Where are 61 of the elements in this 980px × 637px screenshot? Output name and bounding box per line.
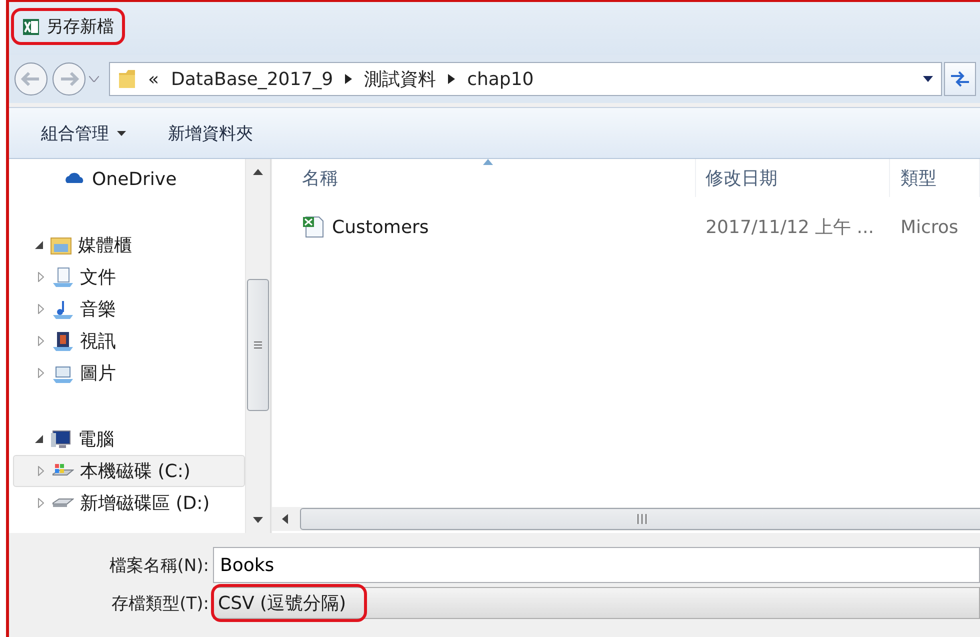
breadcrumb[interactable]: chap10 [467, 68, 534, 90]
field-label: 存檔類型(T): [110, 592, 209, 614]
caret-icon [117, 130, 126, 136]
column-header[interactable]: 修改日期 [696, 159, 890, 197]
collapsed-triangle-icon [38, 336, 44, 346]
collapsed-triangle-icon [38, 272, 44, 282]
sidebar-item[interactable]: 圖片 [13, 357, 245, 389]
scrollbar[interactable] [245, 159, 271, 533]
field-label: 檔案名稱(N): [108, 554, 209, 576]
toolbar-button[interactable]: 新增資料夾 [154, 116, 267, 150]
sidebar-item[interactable]: 本機磁碟 (C:) [13, 455, 245, 487]
sidebar-item[interactable]: 媒體櫃 [13, 229, 245, 261]
music-note-icon [52, 299, 74, 319]
file-name[interactable]: Customers [332, 216, 429, 238]
toolbar-button[interactable]: 組合管理 [27, 116, 140, 150]
collapsed-triangle-icon [38, 498, 44, 508]
breadcrumb[interactable]: 測試資料 [364, 67, 436, 91]
caret-icon [89, 76, 99, 82]
column-header[interactable]: 類型 [890, 159, 980, 197]
dropdown-value: CSV (逗號分隔) [211, 584, 368, 622]
chevron-right-icon [345, 74, 352, 84]
scrollbar[interactable] [272, 507, 980, 531]
spreadsheet-file-icon [302, 215, 326, 239]
grip-icon [254, 341, 262, 349]
back-button[interactable] [13, 61, 49, 97]
sort-arrow-icon [483, 159, 494, 165]
collapsed-triangle-icon [38, 304, 44, 314]
grip-icon [636, 514, 648, 524]
scroll-down-arrow-icon[interactable] [253, 517, 263, 523]
refresh-button[interactable] [944, 62, 976, 96]
sidebar-item[interactable]: 新增磁碟區 (D:) [13, 487, 245, 519]
collapsed-triangle-icon [38, 368, 44, 378]
sidebar-item[interactable]: 視訊 [13, 325, 245, 357]
collapsed-triangle-icon [38, 466, 44, 476]
dropdown-arrow-icon [923, 76, 933, 82]
breadcrumb[interactable]: DataBase_2017_9 [171, 68, 334, 90]
address-bar[interactable]: « DataBase_2017_9 測試資料 chap10 [109, 62, 942, 96]
sidebar-item[interactable]: OneDrive [13, 163, 245, 195]
expanded-triangle-icon [35, 435, 43, 443]
table-cell-text: 2017/11/12 上午 ... [704, 216, 875, 239]
scroll-left-arrow-icon[interactable] [282, 514, 288, 524]
column-header[interactable]: 名稱 [272, 159, 696, 197]
forward-button[interactable] [51, 61, 87, 97]
table-cell-text: Micros [899, 216, 960, 238]
refresh-arrows-icon [949, 71, 971, 87]
scroll-up-arrow-icon[interactable] [253, 169, 263, 175]
drive-icon [52, 498, 74, 508]
expanded-triangle-icon [35, 241, 43, 249]
chevron-right-icon [448, 74, 456, 84]
document-icon [52, 267, 74, 287]
sidebar-item[interactable]: 音樂 [13, 293, 245, 325]
sidebar-item[interactable]: 文件 [13, 261, 245, 293]
folder-icon [118, 69, 136, 89]
computer-icon [50, 429, 72, 449]
window-title: 另存新檔 [46, 16, 114, 38]
library-icon [50, 235, 72, 255]
film-icon [52, 331, 74, 351]
input-field[interactable]: Books [213, 547, 980, 583]
overflow-chevron[interactable]: « [148, 68, 160, 90]
sidebar-item[interactable]: 電腦 [13, 423, 245, 455]
spreadsheet-icon [22, 18, 40, 36]
